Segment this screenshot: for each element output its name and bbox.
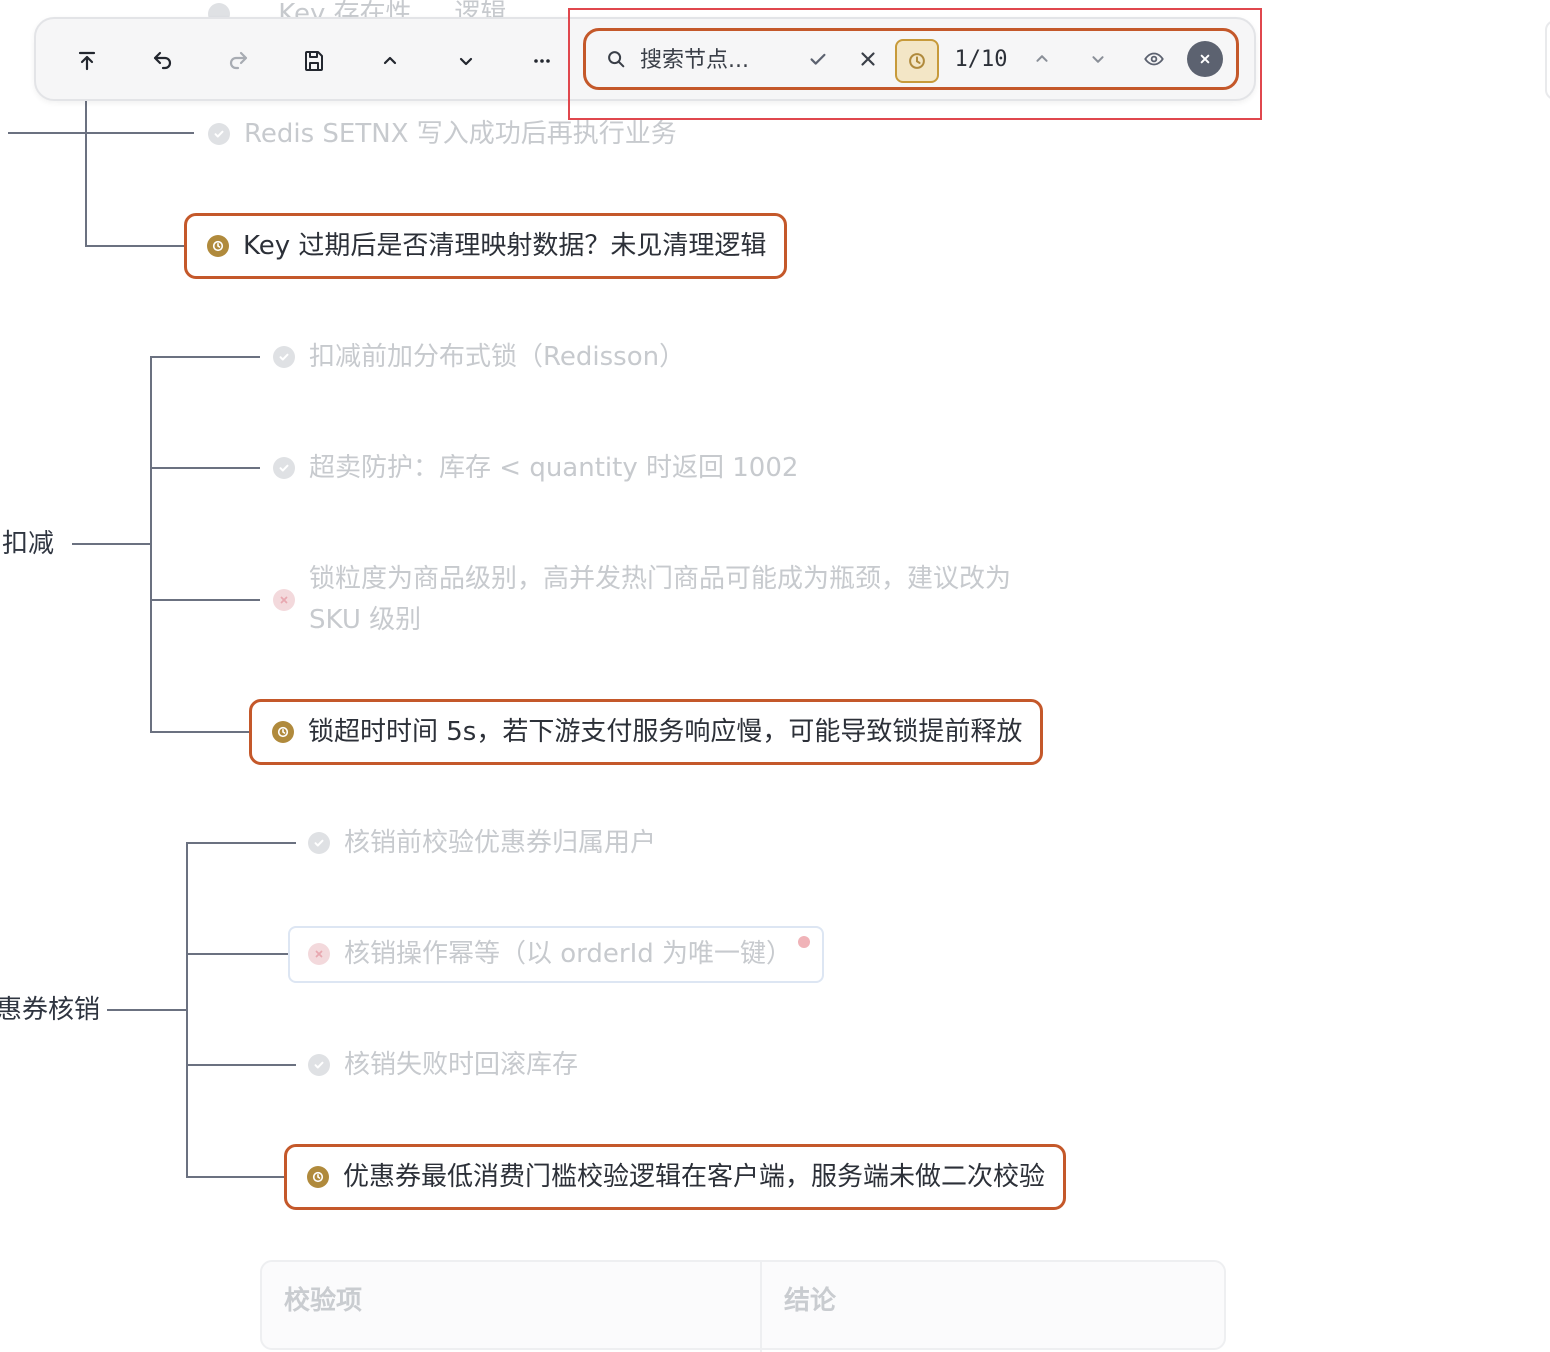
node-text-line: 锁粒度为商品级别，高并发热门商品可能成为瓶颈，建议改为 <box>309 564 1012 594</box>
mindmap-node[interactable]: 核销失败时回滚库存 <box>308 1045 578 1085</box>
mindmap-node[interactable]: 超卖防护：库存 < quantity 时返回 1002 <box>273 448 798 488</box>
next-match-button[interactable] <box>1080 31 1116 87</box>
collapse-button[interactable] <box>368 39 412 83</box>
node-text: Redis SETNX 写入成功后再执行业务 <box>244 119 677 149</box>
connector <box>150 731 260 733</box>
x-icon <box>861 52 875 66</box>
pending-filter-toggle[interactable] <box>895 39 939 83</box>
mindmap-node[interactable]: 核销操作幂等（以 orderId 为唯一键） <box>308 934 792 974</box>
node-text: Key 过期后是否清理映射数据？未见清理逻辑 <box>243 231 767 261</box>
review-table: 校验项 结论 <box>260 1260 1226 1352</box>
node-text: 扣减前加分布式锁（Redisson） <box>309 342 686 372</box>
mindmap-node-highlighted[interactable]: 锁超时时间 5s，若下游支付服务响应慢，可能导致锁提前释放 <box>249 699 1044 765</box>
expand-button[interactable] <box>444 39 488 83</box>
close-search-button[interactable] <box>1187 41 1223 77</box>
search-bar: 1/10 <box>583 28 1239 90</box>
check-icon <box>810 53 826 65</box>
mindmap-parent-node[interactable]: 惠券核销 <box>0 992 100 1028</box>
chevron-down-icon <box>459 57 473 66</box>
check-circle-icon <box>208 123 230 145</box>
close-circle-icon <box>1200 54 1210 64</box>
undo-icon <box>153 51 172 70</box>
more-horizontal-icon <box>534 59 550 63</box>
comment-dot[interactable] <box>798 936 810 948</box>
connector <box>107 1009 188 1011</box>
column-divider <box>760 1262 762 1352</box>
node-text: 锁粒度为商品级别，高并发热门商品可能成为瓶颈，建议改为 SKU 级别 <box>309 559 1011 641</box>
more-button[interactable] <box>520 39 564 83</box>
x-circle-icon <box>273 589 295 611</box>
clock-icon <box>272 721 294 743</box>
prev-match-button[interactable] <box>1024 31 1060 87</box>
x-circle-icon <box>308 943 330 965</box>
mindmap-parent-node[interactable]: 扣减 <box>2 526 54 562</box>
connector <box>186 953 296 955</box>
connector <box>186 842 188 1178</box>
chevron-down-icon <box>1092 56 1104 63</box>
chevron-up-icon <box>383 56 397 65</box>
check-circle-icon <box>273 346 295 368</box>
node-text: 优惠券最低消费门槛校验逻辑在客户端，服务端未做二次校验 <box>343 1162 1046 1192</box>
eye-icon <box>1144 52 1164 66</box>
clock-icon <box>909 53 925 69</box>
match-check-button[interactable] <box>800 31 836 87</box>
redo-button[interactable] <box>216 39 260 83</box>
save-button[interactable] <box>292 39 336 83</box>
redo-icon <box>229 51 248 70</box>
connector <box>186 842 296 844</box>
mindmap-node-highlighted[interactable]: 优惠券最低消费门槛校验逻辑在客户端，服务端未做二次校验 <box>284 1144 1067 1210</box>
view-toggle-button[interactable] <box>1136 31 1172 87</box>
connector <box>72 543 152 545</box>
connector <box>150 467 260 469</box>
mindmap-node[interactable]: Redis SETNX 写入成功后再执行业务 <box>208 114 677 154</box>
connector <box>150 356 260 358</box>
node-text: 核销操作幂等（以 orderId 为唯一键） <box>344 939 793 969</box>
connector <box>150 356 152 733</box>
clock-icon <box>207 235 229 257</box>
match-x-button[interactable] <box>850 31 886 87</box>
connector <box>150 599 260 601</box>
side-panel-edge <box>1545 20 1550 100</box>
table-header-conclusion: 结论 <box>784 1286 837 1316</box>
mindmap-node[interactable]: 扣减前加分布式锁（Redisson） <box>273 337 685 377</box>
check-circle-icon <box>308 1054 330 1076</box>
connector <box>186 1176 296 1178</box>
connector <box>85 245 195 247</box>
table-header-item: 校验项 <box>284 1286 363 1316</box>
save-icon <box>305 51 323 71</box>
check-circle-icon <box>308 832 330 854</box>
check-circle-icon <box>273 457 295 479</box>
scroll-to-top-button[interactable] <box>65 39 109 83</box>
arrow-up-to-line-icon <box>78 51 96 71</box>
mindmap-node[interactable]: 锁粒度为商品级别，高并发热门商品可能成为瓶颈，建议改为 SKU 级别 <box>273 559 1011 641</box>
undo-button[interactable] <box>141 39 185 83</box>
chevron-up-icon <box>1036 55 1048 62</box>
connector <box>85 100 87 247</box>
mindmap-node[interactable]: 核销前校验优惠券归属用户 <box>308 823 656 863</box>
search-input[interactable] <box>638 41 772 79</box>
node-text: 超卖防护：库存 < quantity 时返回 1002 <box>309 453 799 483</box>
connector <box>8 132 194 134</box>
node-text-line: SKU 级别 <box>309 605 422 635</box>
connector <box>186 1064 296 1066</box>
node-text: 核销失败时回滚库存 <box>344 1050 579 1080</box>
mindmap-node-highlighted[interactable]: Key 过期后是否清理映射数据？未见清理逻辑 <box>184 213 788 279</box>
node-text: 核销前校验优惠券归属用户 <box>344 828 657 858</box>
match-counter: 1/10 <box>954 46 1008 72</box>
search-icon <box>600 31 632 87</box>
node-text: 锁超时时间 5s，若下游支付服务响应慢，可能导致锁提前释放 <box>308 717 1023 747</box>
clock-icon <box>307 1166 329 1188</box>
